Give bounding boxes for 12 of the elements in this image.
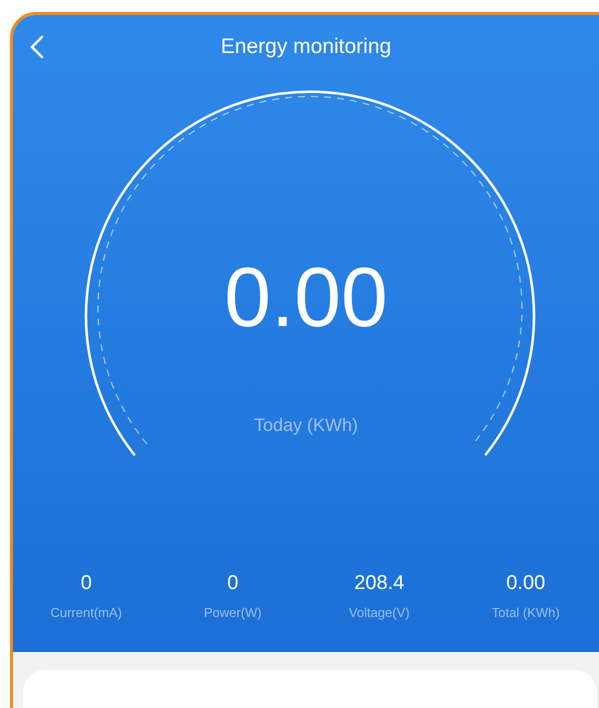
stat-value: 0.00 — [506, 572, 546, 595]
stat-label: Power(W) — [204, 605, 262, 620]
stat-value: 208.4 — [354, 572, 404, 595]
stat-label: Voltage(V) — [348, 605, 410, 620]
back-icon[interactable] — [30, 35, 44, 59]
today-energy-value: 0.00 — [224, 252, 388, 342]
stat-label: Current(mA) — [50, 605, 122, 620]
stat-label: Total (KWh) — [492, 605, 560, 620]
page-title: Energy monitoring — [220, 35, 392, 59]
stat-value: 0 — [227, 572, 238, 595]
stat-value: 0 — [80, 572, 92, 595]
today-energy-caption: Today (KWh) — [254, 415, 358, 436]
